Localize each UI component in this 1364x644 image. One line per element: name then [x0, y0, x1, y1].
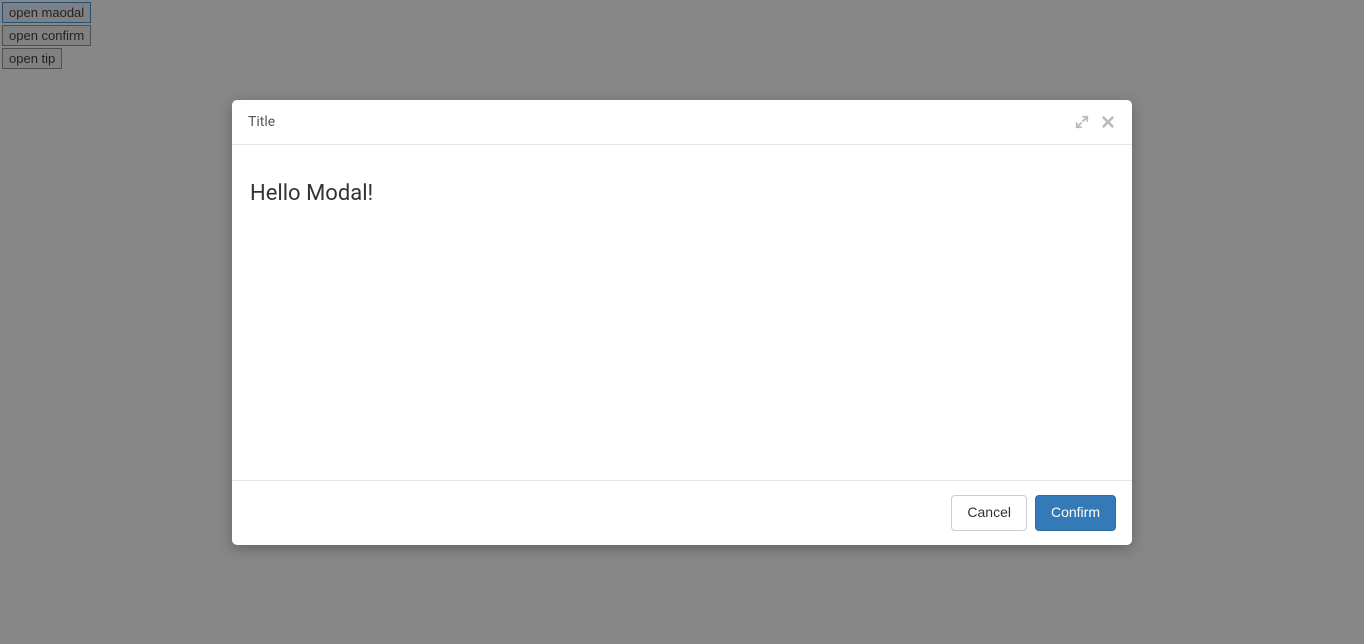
modal-title: Title [248, 114, 275, 130]
modal-header-actions [1074, 114, 1116, 130]
confirm-button[interactable]: Confirm [1035, 495, 1116, 531]
modal-footer: Cancel Confirm [232, 480, 1132, 545]
expand-icon[interactable] [1074, 114, 1090, 130]
modal-overlay[interactable]: Title Hello Modal! Cancel Con [0, 0, 1364, 644]
cancel-button[interactable]: Cancel [951, 495, 1027, 531]
modal-body-text: Hello Modal! [250, 181, 1114, 206]
modal-dialog: Title Hello Modal! Cancel Con [232, 100, 1132, 545]
close-icon[interactable] [1100, 114, 1116, 130]
modal-header: Title [232, 100, 1132, 145]
modal-body: Hello Modal! [232, 145, 1132, 480]
